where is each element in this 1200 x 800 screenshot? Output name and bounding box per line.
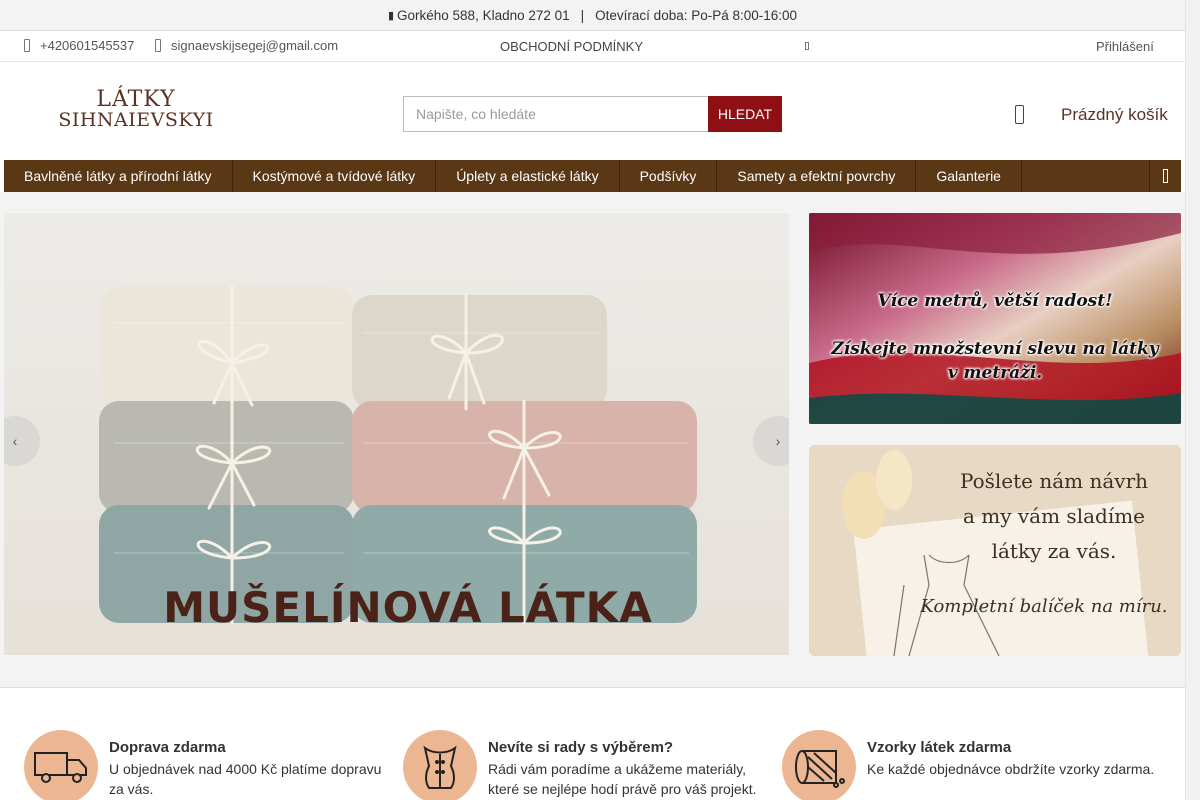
banner2-line-3: látky za vás. (991, 539, 1117, 563)
banner1-line-3: v metráži. (947, 363, 1043, 383)
logo-line-2: SIHNAIEVSKYI (58, 109, 214, 131)
satin-fabric-image (809, 213, 1181, 424)
feature-text: U objednávek nad 4000 Kč platíme dopravu… (109, 761, 382, 797)
banner2-line-2: a my vám sladíme (962, 504, 1146, 528)
logo-line-1: LÁTKY (96, 87, 176, 112)
truck-icon (24, 730, 98, 800)
nav-item-cotton[interactable]: Bavlněné látky a přírodní látky (4, 160, 233, 192)
opening-hours: Otevírací doba: Po-Pá 8:00-16:00 (595, 7, 798, 23)
top-info-bar: ▮ Gorkého 588, Kladno 272 01 | Otevírací… (0, 0, 1185, 31)
fabric-roll-icon (782, 730, 856, 800)
nav-item-suit-tweed[interactable]: Kostýmové a tvídové látky (233, 160, 437, 192)
page-scrollbar[interactable] (1185, 0, 1200, 800)
corset-icon-glyph (423, 745, 457, 789)
banner2-line-1: Pošlete nám návrh (959, 469, 1149, 493)
feature-title: Nevíte si rady s výběrem? (488, 739, 674, 756)
topbar-separator: | (580, 7, 585, 23)
phone-icon (24, 39, 30, 52)
corset-icon (403, 730, 477, 800)
store-address: Gorkého 588, Kladno 272 01 (397, 7, 570, 23)
search-button[interactable]: HLEDAT (708, 96, 782, 132)
banner1-line-2: Získejte množstevní slevu na látky (831, 339, 1159, 359)
feature-text: Rádi vám poradíme a ukážeme materiály, k… (488, 761, 757, 797)
slide-caption: MUŠELÍNOVÁ LÁTKA (163, 583, 653, 632)
feature-title: Doprava zdarma (109, 739, 226, 756)
category-nav: Bavlněné látky a přírodní látky Kostýmov… (4, 160, 1181, 192)
nav-item-linings[interactable]: Podšívky (620, 160, 718, 192)
login-link[interactable]: Přihlášení (1096, 39, 1154, 54)
banner2-line-4: Kompletní balíček na míru. (920, 596, 1168, 617)
menu-icon-glyph (1163, 169, 1168, 183)
phone-link[interactable]: +420601545537 (24, 38, 134, 53)
terms-link[interactable]: OBCHODNÍ PODMÍNKY (500, 39, 643, 54)
chevron-right-icon: › (775, 433, 781, 449)
user-icon[interactable] (805, 42, 809, 50)
bulk-discount-banner[interactable]: Více metrů, větší radost! Získejte množs… (809, 213, 1181, 424)
chevron-left-icon: ‹ (12, 433, 18, 449)
features-section: Doprava zdarma U objednávek nad 4000 Kč … (4, 709, 1181, 800)
feature-title: Vzorky látek zdarma (867, 739, 1012, 756)
search-form: HLEDAT (403, 96, 782, 132)
custom-design-banner[interactable]: Pošlete nám návrh a my vám sladíme látky… (809, 445, 1181, 656)
truck-icon-glyph (34, 752, 87, 783)
site-header: LÁTKY SIHNAIEVSKYI HLEDAT Prázdný košík (0, 62, 1185, 160)
email-link[interactable]: signaevskijsegej@gmail.com (155, 38, 338, 53)
feature-text: Ke každé objednávce obdržíte vzorky zdar… (867, 761, 1155, 777)
location-pin-icon: ▮ (387, 9, 395, 22)
nav-item-haberdashery[interactable]: Galanterie (916, 160, 1022, 192)
fabric-roll-icon-glyph (795, 750, 845, 788)
banner1-line-1: Více metrů, větší radost! (877, 291, 1113, 311)
nav-item-knits[interactable]: Úplety a elastické látky (436, 160, 620, 192)
email-address: signaevskijsegej@gmail.com (171, 38, 339, 53)
nav-item-velvets[interactable]: Samety a efektní povrchy (717, 160, 917, 192)
phone-number: +420601545537 (40, 38, 135, 53)
cart-icon[interactable] (1015, 105, 1024, 124)
email-icon (155, 39, 161, 52)
site-logo[interactable]: LÁTKY SIHNAIEVSKYI (46, 89, 226, 131)
cart-label[interactable]: Prázdný košík (1061, 105, 1168, 125)
contact-bar: +420601545537 signaevskijsegej@gmail.com… (0, 31, 1185, 62)
search-input[interactable] (403, 96, 708, 132)
menu-icon[interactable] (1149, 160, 1181, 192)
page: ▮ Gorkého 588, Kladno 272 01 | Otevírací… (0, 0, 1185, 800)
